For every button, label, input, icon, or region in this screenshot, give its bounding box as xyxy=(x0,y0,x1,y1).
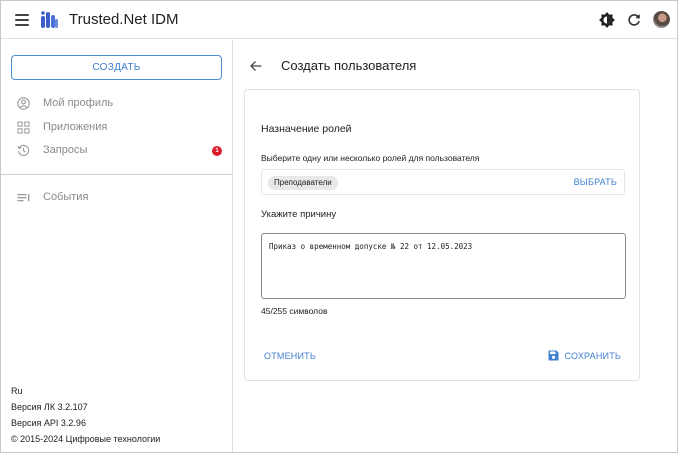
user-circle-icon xyxy=(17,97,30,110)
role-assignment-card: Назначение ролей Выберите одну или неско… xyxy=(244,89,640,381)
apps-grid-icon xyxy=(17,121,30,134)
sidebar: СОЗДАТЬ Мой профиль Приложения Запросы 1 xyxy=(1,40,233,452)
character-counter: 45/255 символов xyxy=(261,306,328,316)
back-arrow-icon[interactable] xyxy=(249,59,263,73)
roles-select-field[interactable]: Преподаватели ВЫБРАТЬ xyxy=(261,169,625,195)
sidebar-item-label: Запросы xyxy=(43,144,88,156)
sidebar-item-label: Мой профиль xyxy=(43,97,114,109)
section-title: Назначение ролей xyxy=(261,123,352,135)
api-version: Версия API 3.2.96 xyxy=(11,418,86,428)
history-icon xyxy=(17,144,30,157)
save-button-label: СОХРАНИТЬ xyxy=(564,351,621,361)
list-icon xyxy=(17,194,30,202)
language-selector[interactable]: Ru xyxy=(11,386,23,396)
trusted-net-logo xyxy=(41,11,58,28)
sidebar-item-requests[interactable]: Запросы 1 xyxy=(17,142,227,160)
user-avatar[interactable] xyxy=(653,11,670,28)
notification-badge: 1 xyxy=(212,146,222,156)
reason-field-label: Укажите причину xyxy=(261,209,337,220)
theme-toggle-icon[interactable] xyxy=(599,12,615,28)
refresh-icon[interactable] xyxy=(627,13,641,27)
reason-textarea[interactable]: Приказ о временном допуске № 22 от 12.05… xyxy=(261,233,626,299)
save-icon xyxy=(548,350,559,361)
copyright: © 2015-2024 Цифровые технологии xyxy=(11,434,161,444)
roles-field-label: Выберите одну или несколько ролей для по… xyxy=(261,153,480,163)
create-button[interactable]: СОЗДАТЬ xyxy=(11,55,222,80)
sidebar-item-applications[interactable]: Приложения xyxy=(17,119,227,137)
menu-icon[interactable] xyxy=(15,14,29,26)
sidebar-item-my-profile[interactable]: Мой профиль xyxy=(17,95,227,113)
lk-version: Версия ЛК 3.2.107 xyxy=(11,402,88,412)
sidebar-item-label: События xyxy=(43,191,89,203)
sidebar-divider xyxy=(1,174,232,175)
select-roles-button[interactable]: ВЫБРАТЬ xyxy=(574,177,617,187)
cancel-button[interactable]: ОТМЕНИТЬ xyxy=(264,351,316,361)
sidebar-item-label: Приложения xyxy=(43,121,108,133)
page-title: Создать пользователя xyxy=(281,58,417,73)
top-app-bar: Trusted.Net IDM xyxy=(1,1,677,39)
sidebar-item-events[interactable]: События xyxy=(17,189,227,207)
save-button[interactable]: СОХРАНИТЬ xyxy=(548,349,621,363)
app-title: Trusted.Net IDM xyxy=(69,11,179,28)
role-chip[interactable]: Преподаватели xyxy=(268,176,338,190)
